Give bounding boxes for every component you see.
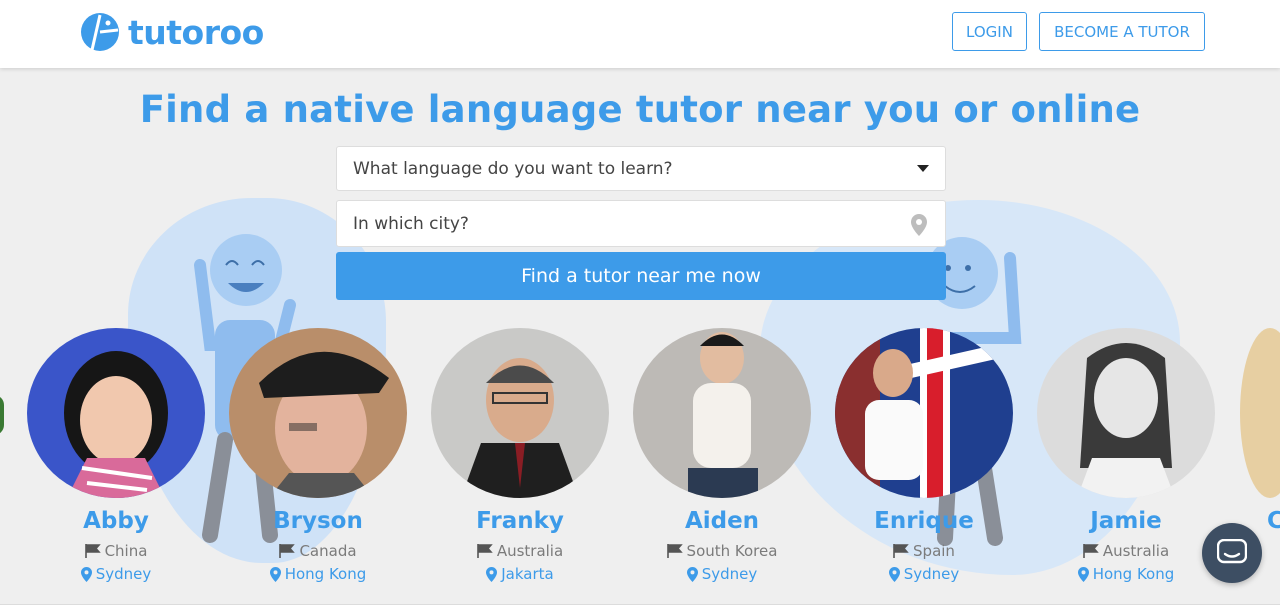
chevron-down-icon [917, 165, 929, 172]
page-title: Find a native language tutor near you or… [139, 88, 1141, 131]
flag-icon [477, 544, 493, 558]
flag-icon [279, 544, 296, 558]
logo-text: tutoroo [128, 12, 264, 52]
tutor-city-label: Jakarta [501, 565, 554, 583]
tutor-city-label: Sydney [903, 565, 960, 583]
tutor-city: Hong Kong [228, 565, 408, 583]
chat-icon [1217, 539, 1247, 564]
map-pin-icon [486, 566, 498, 582]
tutor-city: Sydney [26, 565, 206, 583]
logo-icon [81, 13, 119, 51]
tutor-city: Jakarta [430, 565, 610, 583]
site-header: tutoroo LOGIN BECOME A TUTOR [0, 0, 1280, 68]
map-pin-icon [911, 214, 927, 236]
tutor-country: China [26, 542, 206, 560]
map-pin-icon [888, 566, 900, 582]
city-input[interactable]: In which city? [336, 200, 946, 247]
tutor-name-partial: C [1267, 508, 1280, 534]
tutor-card[interactable]: Abby China Sydney [26, 328, 206, 583]
tutor-name: Jamie [1090, 508, 1162, 534]
map-pin-icon [269, 566, 281, 582]
map-pin-icon [1077, 566, 1089, 582]
tutor-city-label: Hong Kong [284, 565, 367, 583]
tutor-card[interactable]: Jamie Australia Hong Kong [1036, 328, 1216, 583]
language-select[interactable]: What language do you want to learn? [336, 146, 946, 191]
tutor-country-label: Australia [1102, 542, 1170, 560]
tutor-card[interactable]: Bryson Canada Hong Kong [228, 328, 408, 583]
tutor-photo [1037, 328, 1215, 498]
tutor-city-label: Hong Kong [1092, 565, 1175, 583]
tutor-city: Sydney [834, 565, 1014, 583]
tutor-city-label: Sydney [95, 565, 152, 583]
flag-icon [84, 544, 101, 558]
tutor-country-label: Canada [299, 542, 357, 560]
tutor-country: Australia [430, 542, 610, 560]
tutor-city: Sydney [632, 565, 812, 583]
tutor-name: Enrique [874, 508, 974, 534]
tutor-country: Canada [228, 542, 408, 560]
tutor-card[interactable]: Aiden South Korea Sydney [632, 328, 812, 583]
tutor-country: Australia [1036, 542, 1216, 560]
tutor-country-label: Australia [496, 542, 564, 560]
tutor-city: Hong Kong [1036, 565, 1216, 583]
city-input-placeholder: In which city? [353, 213, 469, 234]
tutor-name: Aiden [684, 508, 760, 534]
map-pin-icon [686, 566, 698, 582]
tutor-photo [27, 328, 205, 498]
map-pin-icon [80, 566, 92, 582]
flag-icon [666, 544, 683, 558]
tutor-photo [431, 328, 609, 498]
tutor-name: Abby [83, 508, 149, 534]
page-bottom-edge [0, 604, 1280, 612]
find-tutor-button[interactable]: Find a tutor near me now [336, 252, 946, 300]
tutor-photo [835, 328, 1013, 498]
flag-icon [893, 544, 909, 558]
tutoroo-logo[interactable]: tutoroo [78, 12, 264, 52]
tutor-photo [633, 328, 811, 498]
tutor-country-label: South Korea [686, 542, 778, 560]
language-select-placeholder: What language do you want to learn? [353, 158, 673, 179]
tutor-country: South Korea [632, 542, 812, 560]
become-a-tutor-button[interactable]: BECOME A TUTOR [1039, 12, 1205, 51]
tutor-card[interactable]: Enrique Spain Sydney [834, 328, 1014, 583]
tutor-country-label: China [104, 542, 148, 560]
chat-widget-button[interactable] [1202, 523, 1262, 583]
flag-icon [1083, 544, 1099, 558]
login-button[interactable]: LOGIN [952, 12, 1027, 51]
tutor-name: Bryson [273, 508, 363, 534]
tutor-photo [229, 328, 407, 498]
tutor-country-label: Spain [913, 542, 955, 560]
tutor-name: Franky [476, 508, 564, 534]
tutor-card[interactable]: Franky Australia Jakarta [430, 328, 610, 583]
tutor-city-label: Sydney [701, 565, 758, 583]
tutor-country: Spain [834, 542, 1014, 560]
